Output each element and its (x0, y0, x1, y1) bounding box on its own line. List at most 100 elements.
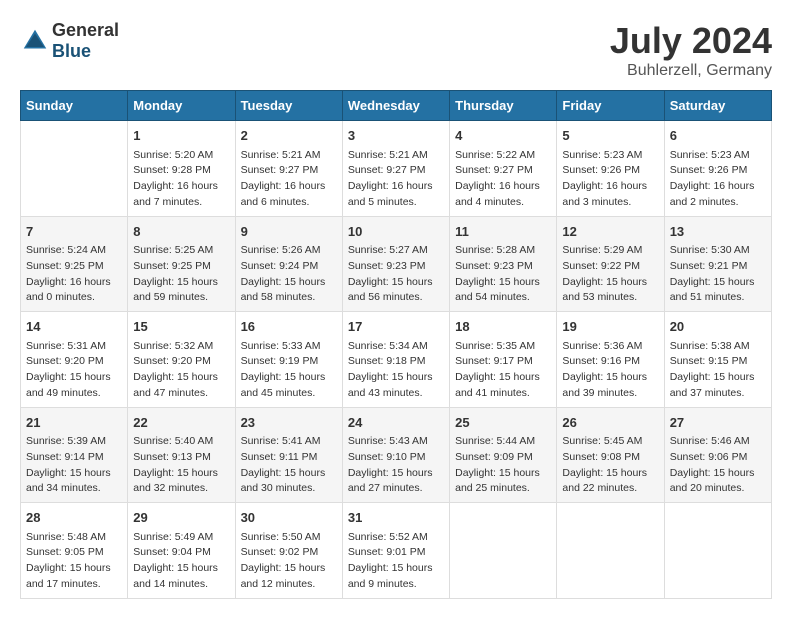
day-number: 23 (241, 413, 337, 433)
location-title: Buhlerzell, Germany (610, 62, 772, 80)
cell-content: Sunrise: 5:34 AM Sunset: 9:18 PM Dayligh… (348, 339, 444, 402)
calendar-cell: 28Sunrise: 5:48 AM Sunset: 9:05 PM Dayli… (21, 503, 128, 599)
calendar-cell: 14Sunrise: 5:31 AM Sunset: 9:20 PM Dayli… (21, 312, 128, 408)
page-header: General Blue July 2024 Buhlerzell, Germa… (20, 20, 772, 80)
day-number: 30 (241, 508, 337, 528)
day-number: 11 (455, 222, 551, 242)
weekday-header-friday: Friday (557, 91, 664, 121)
cell-content: Sunrise: 5:35 AM Sunset: 9:17 PM Dayligh… (455, 339, 551, 402)
calendar-cell: 13Sunrise: 5:30 AM Sunset: 9:21 PM Dayli… (664, 216, 771, 312)
day-number: 17 (348, 317, 444, 337)
weekday-header-sunday: Sunday (21, 91, 128, 121)
calendar-cell: 25Sunrise: 5:44 AM Sunset: 9:09 PM Dayli… (450, 407, 557, 503)
cell-content: Sunrise: 5:23 AM Sunset: 9:26 PM Dayligh… (670, 148, 766, 211)
calendar-week-row: 7Sunrise: 5:24 AM Sunset: 9:25 PM Daylig… (21, 216, 772, 312)
day-number: 10 (348, 222, 444, 242)
day-number: 31 (348, 508, 444, 528)
cell-content: Sunrise: 5:31 AM Sunset: 9:20 PM Dayligh… (26, 339, 122, 402)
calendar-cell: 21Sunrise: 5:39 AM Sunset: 9:14 PM Dayli… (21, 407, 128, 503)
calendar-cell: 18Sunrise: 5:35 AM Sunset: 9:17 PM Dayli… (450, 312, 557, 408)
calendar-cell: 31Sunrise: 5:52 AM Sunset: 9:01 PM Dayli… (342, 503, 449, 599)
cell-content: Sunrise: 5:52 AM Sunset: 9:01 PM Dayligh… (348, 530, 444, 593)
calendar-week-row: 1Sunrise: 5:20 AM Sunset: 9:28 PM Daylig… (21, 121, 772, 217)
cell-content: Sunrise: 5:23 AM Sunset: 9:26 PM Dayligh… (562, 148, 658, 211)
cell-content: Sunrise: 5:33 AM Sunset: 9:19 PM Dayligh… (241, 339, 337, 402)
day-number: 3 (348, 126, 444, 146)
calendar-cell: 12Sunrise: 5:29 AM Sunset: 9:22 PM Dayli… (557, 216, 664, 312)
calendar-cell: 3Sunrise: 5:21 AM Sunset: 9:27 PM Daylig… (342, 121, 449, 217)
calendar-cell: 9Sunrise: 5:26 AM Sunset: 9:24 PM Daylig… (235, 216, 342, 312)
calendar-cell (21, 121, 128, 217)
calendar-cell: 1Sunrise: 5:20 AM Sunset: 9:28 PM Daylig… (128, 121, 235, 217)
calendar-cell (450, 503, 557, 599)
day-number: 24 (348, 413, 444, 433)
day-number: 16 (241, 317, 337, 337)
calendar-cell: 30Sunrise: 5:50 AM Sunset: 9:02 PM Dayli… (235, 503, 342, 599)
day-number: 25 (455, 413, 551, 433)
day-number: 13 (670, 222, 766, 242)
day-number: 21 (26, 413, 122, 433)
day-number: 5 (562, 126, 658, 146)
day-number: 18 (455, 317, 551, 337)
cell-content: Sunrise: 5:21 AM Sunset: 9:27 PM Dayligh… (241, 148, 337, 211)
logo-icon (20, 26, 50, 56)
calendar-week-row: 28Sunrise: 5:48 AM Sunset: 9:05 PM Dayli… (21, 503, 772, 599)
cell-content: Sunrise: 5:38 AM Sunset: 9:15 PM Dayligh… (670, 339, 766, 402)
weekday-header-saturday: Saturday (664, 91, 771, 121)
calendar-cell: 17Sunrise: 5:34 AM Sunset: 9:18 PM Dayli… (342, 312, 449, 408)
day-number: 6 (670, 126, 766, 146)
day-number: 14 (26, 317, 122, 337)
calendar-cell: 27Sunrise: 5:46 AM Sunset: 9:06 PM Dayli… (664, 407, 771, 503)
day-number: 1 (133, 126, 229, 146)
cell-content: Sunrise: 5:40 AM Sunset: 9:13 PM Dayligh… (133, 434, 229, 497)
weekday-header-wednesday: Wednesday (342, 91, 449, 121)
day-number: 15 (133, 317, 229, 337)
cell-content: Sunrise: 5:45 AM Sunset: 9:08 PM Dayligh… (562, 434, 658, 497)
cell-content: Sunrise: 5:28 AM Sunset: 9:23 PM Dayligh… (455, 243, 551, 306)
cell-content: Sunrise: 5:43 AM Sunset: 9:10 PM Dayligh… (348, 434, 444, 497)
cell-content: Sunrise: 5:20 AM Sunset: 9:28 PM Dayligh… (133, 148, 229, 211)
day-number: 28 (26, 508, 122, 528)
day-number: 19 (562, 317, 658, 337)
calendar-cell: 23Sunrise: 5:41 AM Sunset: 9:11 PM Dayli… (235, 407, 342, 503)
calendar-cell: 29Sunrise: 5:49 AM Sunset: 9:04 PM Dayli… (128, 503, 235, 599)
cell-content: Sunrise: 5:29 AM Sunset: 9:22 PM Dayligh… (562, 243, 658, 306)
day-number: 22 (133, 413, 229, 433)
calendar-week-row: 21Sunrise: 5:39 AM Sunset: 9:14 PM Dayli… (21, 407, 772, 503)
calendar-cell: 15Sunrise: 5:32 AM Sunset: 9:20 PM Dayli… (128, 312, 235, 408)
day-number: 8 (133, 222, 229, 242)
calendar-cell: 6Sunrise: 5:23 AM Sunset: 9:26 PM Daylig… (664, 121, 771, 217)
calendar-cell: 16Sunrise: 5:33 AM Sunset: 9:19 PM Dayli… (235, 312, 342, 408)
weekday-header-thursday: Thursday (450, 91, 557, 121)
calendar-cell (664, 503, 771, 599)
weekday-header-monday: Monday (128, 91, 235, 121)
cell-content: Sunrise: 5:46 AM Sunset: 9:06 PM Dayligh… (670, 434, 766, 497)
cell-content: Sunrise: 5:25 AM Sunset: 9:25 PM Dayligh… (133, 243, 229, 306)
calendar-cell: 8Sunrise: 5:25 AM Sunset: 9:25 PM Daylig… (128, 216, 235, 312)
day-number: 2 (241, 126, 337, 146)
cell-content: Sunrise: 5:30 AM Sunset: 9:21 PM Dayligh… (670, 243, 766, 306)
cell-content: Sunrise: 5:39 AM Sunset: 9:14 PM Dayligh… (26, 434, 122, 497)
logo-text-blue: Blue (52, 41, 91, 61)
cell-content: Sunrise: 5:24 AM Sunset: 9:25 PM Dayligh… (26, 243, 122, 306)
calendar-cell (557, 503, 664, 599)
day-number: 12 (562, 222, 658, 242)
day-number: 20 (670, 317, 766, 337)
month-title: July 2024 (610, 20, 772, 62)
calendar-cell: 10Sunrise: 5:27 AM Sunset: 9:23 PM Dayli… (342, 216, 449, 312)
calendar-cell: 19Sunrise: 5:36 AM Sunset: 9:16 PM Dayli… (557, 312, 664, 408)
calendar-table: SundayMondayTuesdayWednesdayThursdayFrid… (20, 90, 772, 599)
day-number: 27 (670, 413, 766, 433)
day-number: 29 (133, 508, 229, 528)
calendar-cell: 26Sunrise: 5:45 AM Sunset: 9:08 PM Dayli… (557, 407, 664, 503)
cell-content: Sunrise: 5:26 AM Sunset: 9:24 PM Dayligh… (241, 243, 337, 306)
day-number: 7 (26, 222, 122, 242)
calendar-cell: 20Sunrise: 5:38 AM Sunset: 9:15 PM Dayli… (664, 312, 771, 408)
cell-content: Sunrise: 5:44 AM Sunset: 9:09 PM Dayligh… (455, 434, 551, 497)
cell-content: Sunrise: 5:41 AM Sunset: 9:11 PM Dayligh… (241, 434, 337, 497)
calendar-cell: 24Sunrise: 5:43 AM Sunset: 9:10 PM Dayli… (342, 407, 449, 503)
day-number: 26 (562, 413, 658, 433)
weekday-header-tuesday: Tuesday (235, 91, 342, 121)
cell-content: Sunrise: 5:21 AM Sunset: 9:27 PM Dayligh… (348, 148, 444, 211)
cell-content: Sunrise: 5:22 AM Sunset: 9:27 PM Dayligh… (455, 148, 551, 211)
